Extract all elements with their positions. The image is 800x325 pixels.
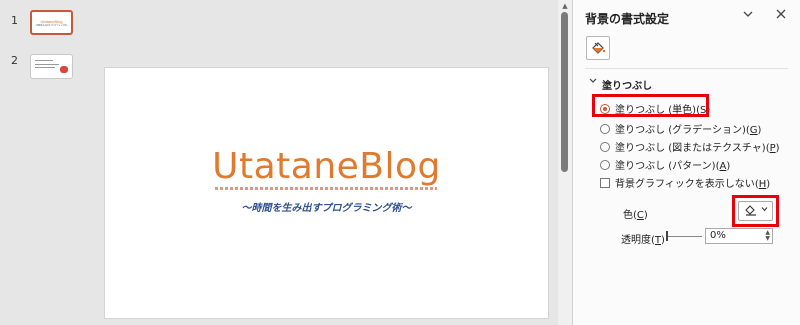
close-icon[interactable] [772, 8, 790, 26]
vertical-scrollbar[interactable]: ▲ [558, 0, 572, 325]
slide-thumbnail-pane: 1 UtataneBlog 〜時間を生み出すプログラミング術〜 2 [0, 0, 90, 325]
option-label: 塗りつぶし (グラデーション) [615, 125, 746, 136]
option-label: 塗りつぶし (図またはテクスチャ) [615, 143, 766, 154]
transparency-value: 0% [710, 230, 726, 241]
radio-button[interactable] [600, 124, 610, 134]
spellcheck-underline [215, 187, 437, 190]
checkbox[interactable] [600, 178, 610, 188]
thumbnail-illustration [60, 66, 68, 73]
option-label: 塗りつぶし (パターン) [615, 161, 716, 172]
thumbnail-row-2[interactable]: 2 [0, 52, 90, 82]
section-fill-header[interactable]: 塗りつぶし [602, 77, 652, 92]
transparency-slider[interactable] [668, 236, 702, 237]
divider [585, 68, 788, 69]
chevron-down-icon[interactable] [739, 8, 757, 26]
checkbox-hide-background-graphics[interactable]: 背景グラフィックを表示しない(H) [600, 175, 770, 190]
slide-number: 2 [11, 54, 18, 67]
slide-title[interactable]: UtataneBlog [105, 146, 548, 187]
thumbnail-row-1[interactable]: 1 UtataneBlog 〜時間を生み出すプログラミング術〜 [0, 10, 90, 40]
slider-handle[interactable] [666, 231, 668, 241]
thumbnail-text-line [35, 60, 53, 61]
slide-canvas[interactable]: UtataneBlog 〜時間を生み出すプログラミング術〜 [105, 68, 548, 318]
highlight-box [732, 195, 779, 227]
access-key: P [769, 143, 776, 154]
transparency-label: 透明度(T) [621, 235, 665, 246]
pane-title: 背景の書式設定 [585, 12, 670, 26]
radio-gradient-fill[interactable]: 塗りつぶし (グラデーション)(G) [600, 121, 761, 136]
radio-button[interactable] [600, 142, 610, 152]
chevron-down-icon[interactable] [589, 77, 597, 88]
access-key: H [758, 179, 767, 190]
color-label: 色(C) [623, 210, 648, 221]
thumbnail-subtitle: 〜時間を生み出すプログラミング術〜 [34, 25, 69, 27]
transparency-input[interactable]: 0% ▲ ▼ [705, 228, 773, 244]
option-label: 背景グラフィックを表示しない [615, 179, 755, 190]
slide-editor: UtataneBlog 〜時間を生み出すプログラミング術〜 [92, 0, 557, 325]
slide-thumbnail[interactable]: UtataneBlog 〜時間を生み出すプログラミング術〜 [30, 10, 73, 35]
access-key: G [749, 125, 758, 136]
access-key: A [719, 161, 727, 172]
spinner-arrows-icon[interactable]: ▲ ▼ [765, 230, 770, 242]
fill-tab-button[interactable] [586, 36, 610, 60]
slide-number: 1 [11, 14, 18, 27]
highlight-box [592, 94, 709, 117]
radio-picture-fill[interactable]: 塗りつぶし (図またはテクスチャ)(P) [600, 139, 780, 154]
scroll-up-icon[interactable]: ▲ [561, 2, 569, 10]
thumbnail-text-line [35, 64, 59, 65]
slide-subtitle[interactable]: 〜時間を生み出すプログラミング術〜 [105, 199, 548, 214]
radio-button[interactable] [600, 160, 610, 170]
scrollbar-thumb[interactable] [561, 12, 568, 172]
radio-pattern-fill[interactable]: 塗りつぶし (パターン)(A) [600, 157, 730, 172]
thumbnail-text-line [35, 67, 55, 68]
app-window: 1 UtataneBlog 〜時間を生み出すプログラミング術〜 2 Utatan… [0, 0, 800, 325]
slide-thumbnail[interactable] [30, 54, 73, 79]
format-background-pane: 背景の書式設定 塗りつぶし 塗りつぶし (単色)(S) 塗りつぶし (グラデーシ… [572, 0, 800, 325]
